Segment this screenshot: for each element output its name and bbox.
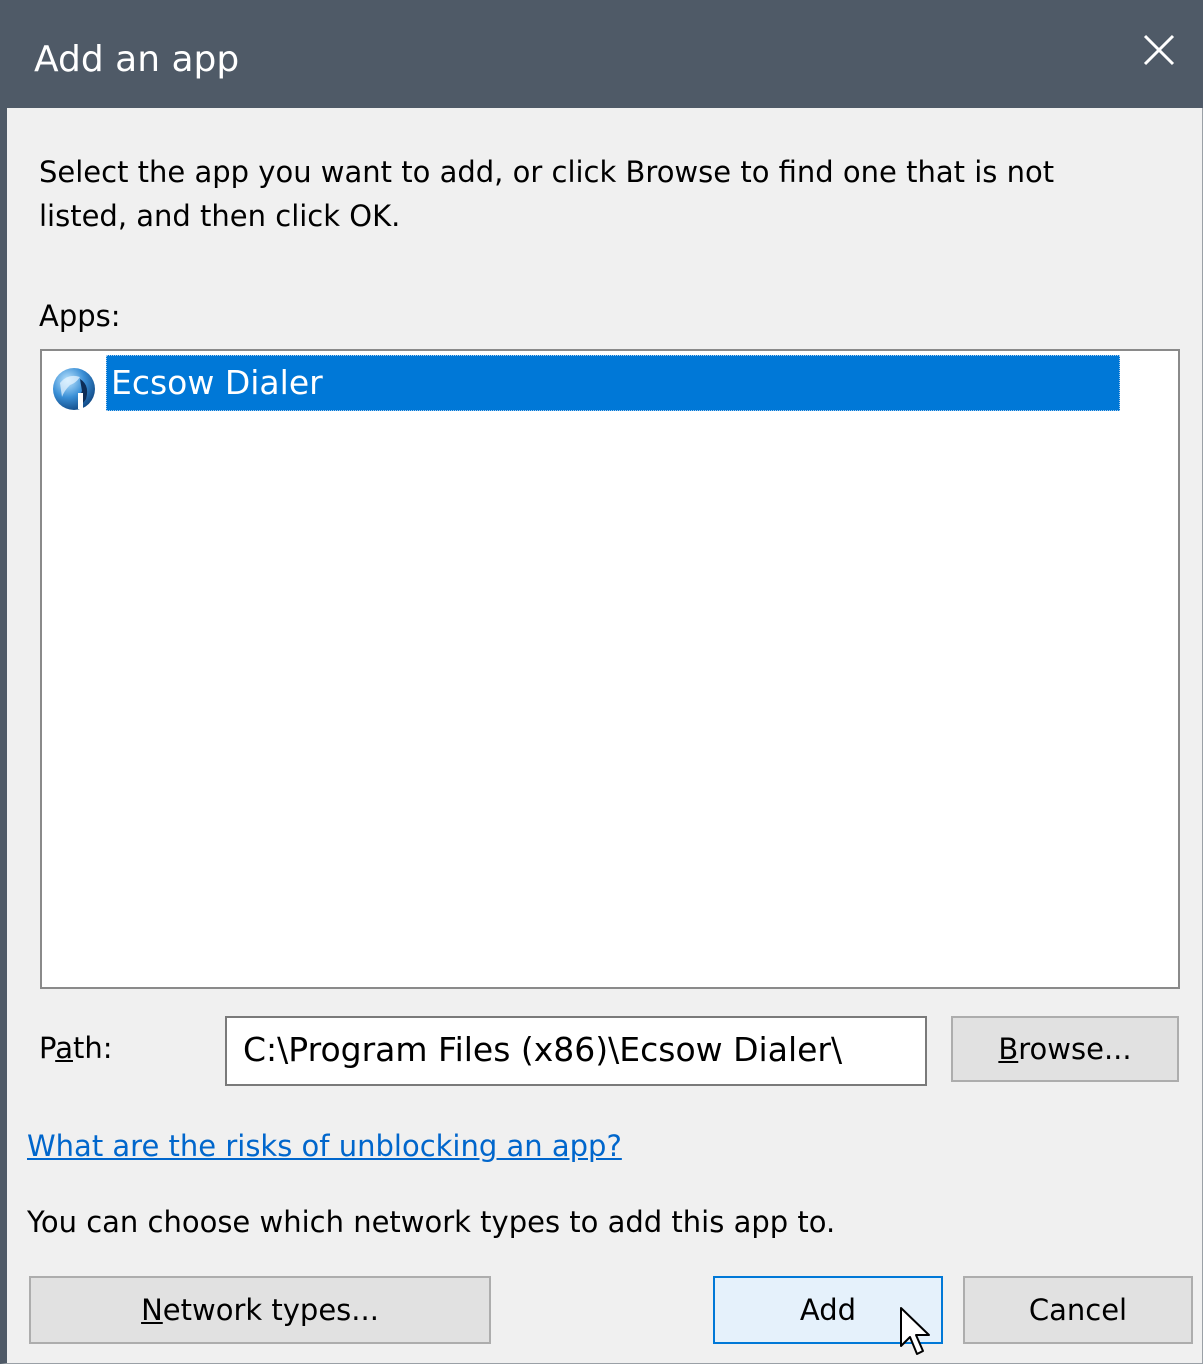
network-types-button-label: Network types... bbox=[141, 1279, 379, 1341]
cancel-button-label: Cancel bbox=[1028, 1293, 1128, 1327]
browse-mnemonic: B bbox=[998, 1032, 1019, 1066]
add-button-label: Add bbox=[799, 1293, 857, 1327]
app-globe-icon bbox=[53, 368, 95, 410]
network-mnemonic: N bbox=[141, 1293, 163, 1327]
close-button[interactable] bbox=[1127, 20, 1191, 84]
list-item[interactable]: Ecsow Dialer bbox=[50, 355, 1120, 411]
risks-link[interactable]: What are the risks of unblocking an app? bbox=[27, 1126, 622, 1166]
browse-button-label: Browse... bbox=[998, 1018, 1131, 1080]
browse-button[interactable]: Browse... bbox=[951, 1016, 1179, 1082]
list-item-label: Ecsow Dialer bbox=[106, 355, 1120, 411]
apps-label: Apps: bbox=[39, 299, 121, 333]
apps-list[interactable]: Ecsow Dialer bbox=[40, 349, 1180, 989]
browse-rest: rowse... bbox=[1018, 1032, 1132, 1066]
path-input[interactable]: C:\Program Files (x86)\Ecsow Dialer\ bbox=[225, 1016, 927, 1086]
add-app-dialog: Add an app Select the app you want to ad… bbox=[0, 0, 1203, 1364]
dialog-body: Select the app you want to add, or click… bbox=[7, 108, 1202, 1363]
network-types-note: You can choose which network types to ad… bbox=[27, 1205, 836, 1239]
window-title: Add an app bbox=[34, 39, 240, 80]
title-bar: Add an app bbox=[7, 0, 1203, 108]
instructions-text: Select the app you want to add, or click… bbox=[39, 155, 1055, 233]
close-icon bbox=[1143, 34, 1175, 66]
network-types-button[interactable]: Network types... bbox=[29, 1276, 491, 1344]
path-label-pre: P bbox=[39, 1031, 56, 1065]
path-label: Path: bbox=[39, 1028, 113, 1068]
network-rest: etwork types... bbox=[162, 1293, 379, 1327]
cancel-button[interactable]: Cancel bbox=[963, 1276, 1193, 1344]
path-label-post: th: bbox=[72, 1031, 113, 1065]
path-label-mnemonic: a bbox=[55, 1031, 73, 1065]
add-button[interactable]: Add bbox=[713, 1276, 943, 1344]
